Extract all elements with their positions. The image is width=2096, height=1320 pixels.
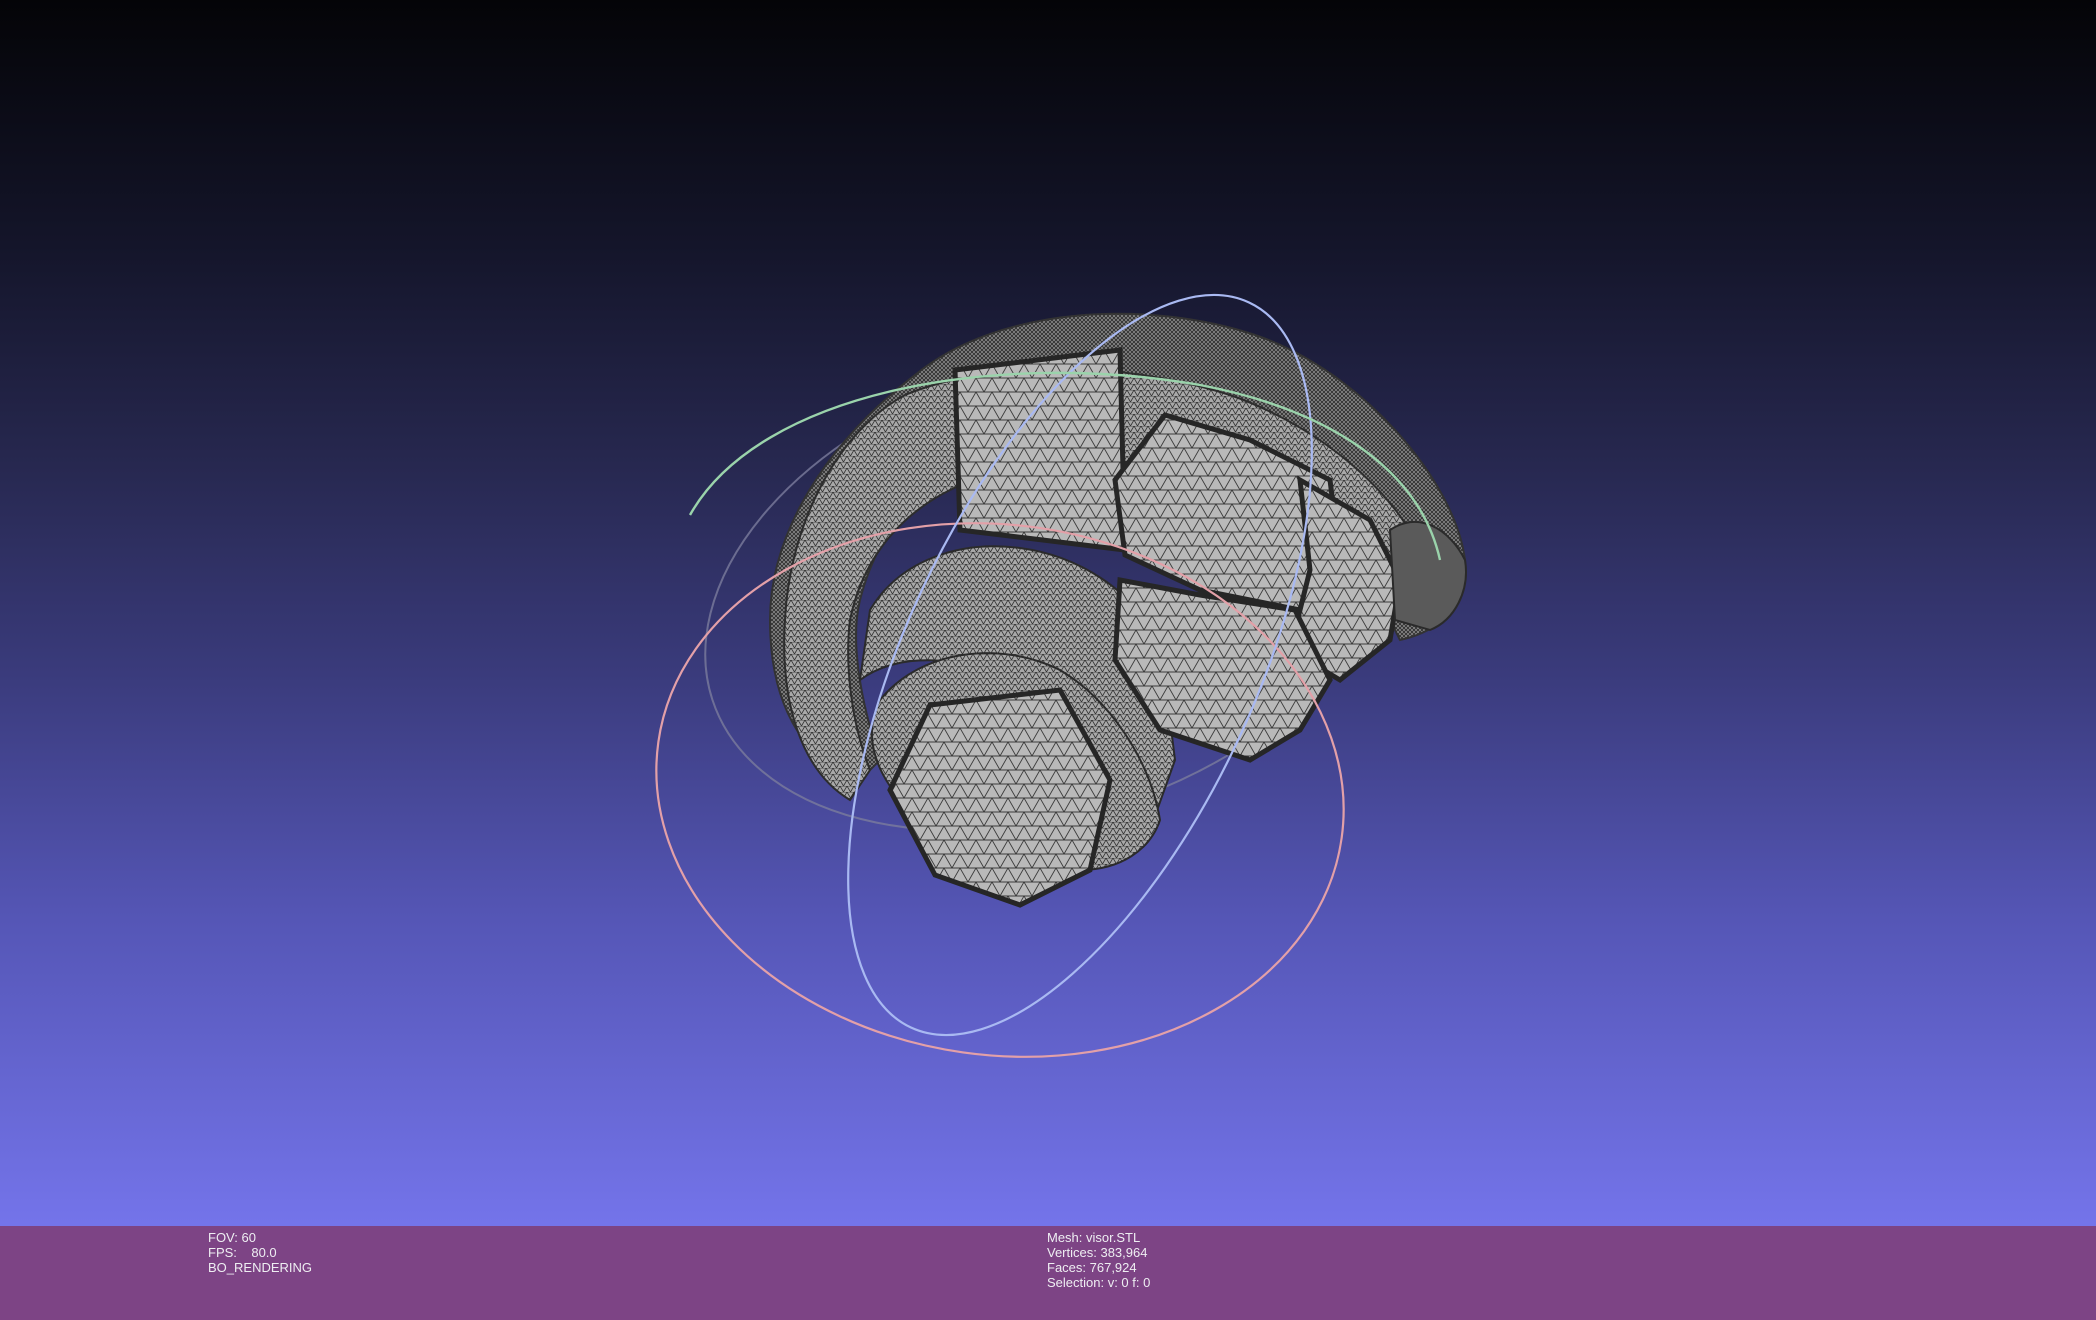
fov-readout: FOV: 60 [208,1230,256,1245]
render-mode-readout: BO_RENDERING [208,1260,313,1275]
mesh-info: Mesh: visor.STL Vertices: 383,964 Faces:… [1047,1230,1150,1290]
render-info: FOV: 60 FPS: 80.0 BO_RENDERING [208,1230,312,1275]
mesh-scene[interactable] [0,0,2096,1226]
selection-readout: Selection: v: 0 f: 0 [1047,1275,1151,1290]
status-info-bar: FOV: 60 FPS: 80.0 BO_RENDERING Mesh: vis… [0,1226,2096,1320]
top-panel [952,347,1128,553]
mesh-name-readout: Mesh: visor.STL [1047,1230,1141,1245]
hex-plate-lower [887,687,1113,908]
3d-viewport[interactable] [0,0,2096,1226]
vertices-readout: Vertices: 383,964 [1047,1245,1148,1260]
fps-readout: FPS: 80.0 [208,1245,277,1260]
faces-readout: Faces: 767,924 [1047,1260,1137,1275]
